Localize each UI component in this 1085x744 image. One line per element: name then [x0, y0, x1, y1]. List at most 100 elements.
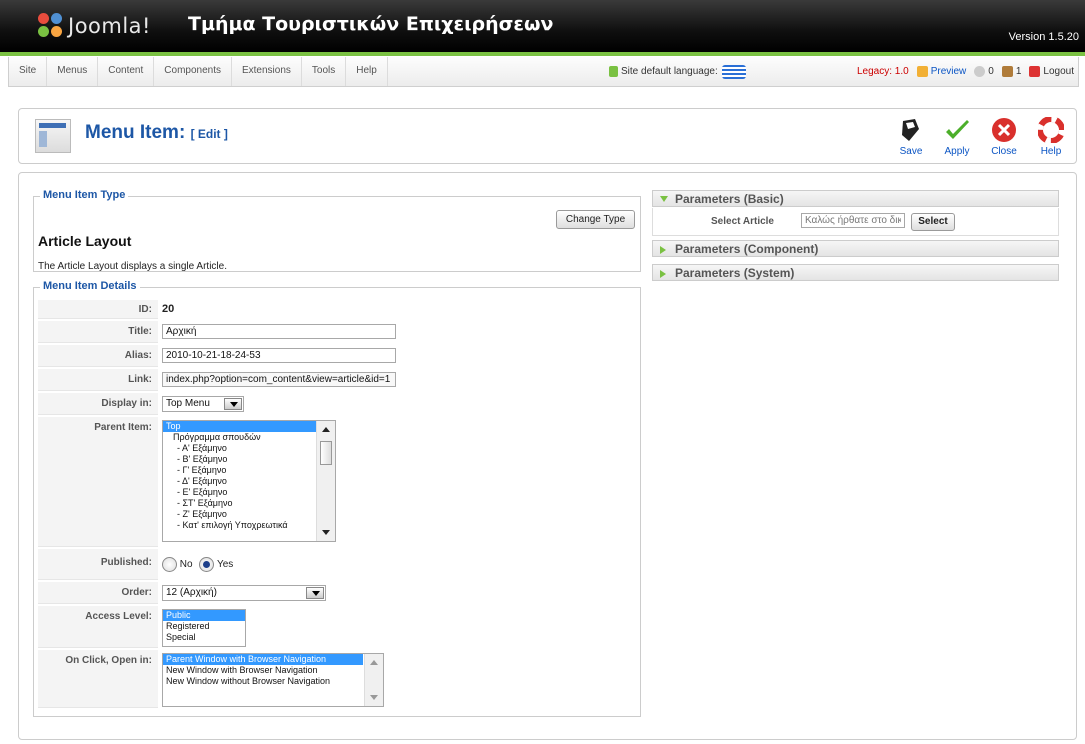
menu-extensions[interactable]: Extensions	[232, 57, 302, 86]
title-input[interactable]	[162, 324, 396, 339]
list-item[interactable]: Special	[163, 632, 245, 643]
list-item[interactable]: - Γ' Εξάμηνο	[163, 465, 335, 476]
scroll-thumb[interactable]	[320, 441, 332, 465]
selected-article-field[interactable]	[801, 213, 905, 228]
order-label: Order:	[38, 582, 158, 604]
order-row: Order: 12 (Αρχική)	[38, 582, 630, 604]
menu-item-details-legend: Menu Item Details	[40, 280, 140, 292]
messages-count[interactable]: 0	[974, 65, 994, 77]
preview-link[interactable]: Preview	[916, 65, 966, 77]
chevron-down-icon	[306, 587, 324, 599]
list-item[interactable]: - Δ' Εξάμηνο	[163, 476, 335, 487]
list-item[interactable]: Registered	[163, 621, 245, 632]
close-icon	[992, 118, 1016, 142]
menu-menus[interactable]: Menus	[47, 57, 99, 86]
scroll-down-icon[interactable]	[370, 695, 378, 700]
menu-tools[interactable]: Tools	[302, 57, 347, 86]
order-select[interactable]: 12 (Αρχική)	[162, 585, 326, 601]
menu-item-icon	[35, 119, 71, 153]
access-level-label: Access Level:	[38, 606, 158, 648]
list-item[interactable]: Parent Window with Browser Navigation	[163, 654, 363, 665]
checkmark-icon	[946, 120, 969, 139]
alias-label: Alias:	[38, 345, 158, 367]
help-button[interactable]: Help	[1031, 117, 1071, 157]
online-users-count[interactable]: 1	[1001, 65, 1021, 77]
status-area: Legacy: 1.0 Preview 0 1 Logout	[857, 57, 1074, 86]
preview-icon	[916, 65, 928, 77]
menu-components[interactable]: Components	[154, 57, 232, 86]
list-item[interactable]: Public	[163, 610, 245, 621]
toolbar-box: Menu Item: [ Edit ] Save Apply Close Hel…	[18, 108, 1077, 164]
access-level-listbox[interactable]: Public Registered Special	[162, 609, 246, 647]
messages-icon	[974, 65, 986, 77]
menu-item-details-fieldset: Menu Item Details ID: 20 Title: Alias: L…	[33, 280, 641, 717]
list-item[interactable]: - Ε' Εξάμηνο	[163, 487, 335, 498]
list-item[interactable]: New Window with Browser Navigation	[163, 665, 383, 676]
site-name: Τμήμα Τουριστικών Επιχειρήσεων	[188, 13, 554, 35]
logout-icon	[1029, 65, 1041, 77]
on-click-scrollbar[interactable]	[364, 654, 383, 706]
published-no-radio[interactable]	[162, 557, 177, 572]
parameters-basic-header[interactable]: Parameters (Basic)	[652, 190, 1059, 207]
menu-help[interactable]: Help	[346, 57, 388, 86]
legacy-badge: Legacy: 1.0	[856, 66, 909, 77]
language-icon	[609, 66, 618, 77]
list-item[interactable]: Πρόγραμμα σπουδών	[163, 432, 335, 443]
logout-link[interactable]: Logout	[1029, 65, 1074, 77]
list-item[interactable]: Top	[163, 421, 335, 432]
joomla-logo-icon	[38, 13, 64, 39]
link-row: Link:	[38, 369, 630, 391]
list-item[interactable]: New Window without Browser Navigation	[163, 676, 383, 687]
on-click-row: On Click, Open in: Parent Window with Br…	[38, 650, 630, 708]
published-yes-label: Yes	[216, 559, 234, 571]
chevron-down-icon	[224, 398, 242, 410]
published-no-label: No	[179, 559, 193, 571]
apply-button[interactable]: Apply	[937, 117, 977, 157]
parent-item-scrollbar[interactable]	[316, 421, 335, 541]
header-bar: Joomla! Τμήμα Τουριστικών Επιχειρήσεων V…	[0, 0, 1085, 52]
save-icon	[902, 119, 919, 141]
scroll-up-icon[interactable]	[370, 660, 378, 665]
on-click-listbox[interactable]: Parent Window with Browser Navigation Ne…	[162, 653, 384, 707]
menu-site[interactable]: Site	[9, 57, 48, 86]
version-label: Version 1.5.20	[1008, 31, 1079, 43]
published-row: Published: No Yes	[38, 549, 630, 580]
select-article-label: Select Article	[711, 216, 774, 227]
joomla-logo: Joomla!	[38, 6, 151, 46]
scroll-down-icon[interactable]	[322, 530, 330, 535]
list-item[interactable]: - Β' Εξάμηνο	[163, 454, 335, 465]
list-item[interactable]: - Α' Εξάμηνο	[163, 443, 335, 454]
users-icon	[1001, 65, 1013, 77]
close-button[interactable]: Close	[984, 117, 1024, 157]
parent-item-listbox[interactable]: Top Πρόγραμμα σπουδών - Α' Εξάμηνο - Β' …	[162, 420, 336, 542]
site-language-label: Site default language:	[621, 66, 718, 77]
title-label: Title:	[38, 321, 158, 343]
display-in-select[interactable]: Top Menu	[162, 396, 244, 412]
header-accent-bar	[0, 52, 1085, 56]
list-item[interactable]: - Κατ' επιλογή Υποχρεωτικά	[163, 520, 335, 531]
change-type-button[interactable]: Change Type	[556, 210, 635, 229]
save-button[interactable]: Save	[891, 117, 931, 157]
parent-item-label: Parent Item:	[38, 417, 158, 547]
menu-type-title: Article Layout	[38, 233, 132, 249]
parameters-system-header[interactable]: Parameters (System)	[652, 264, 1059, 281]
id-row: ID: 20	[38, 300, 630, 319]
page-title-action: [ Edit ]	[190, 127, 228, 141]
list-item[interactable]: - Ζ' Εξάμηνο	[163, 509, 335, 520]
list-item[interactable]: - ΣΤ' Εξάμηνο	[163, 498, 335, 509]
select-article-button[interactable]: Select	[911, 213, 955, 231]
menu-content[interactable]: Content	[98, 57, 155, 86]
menu-item-type-legend: Menu Item Type	[40, 189, 129, 201]
alias-input[interactable]	[162, 348, 396, 363]
published-label: Published:	[38, 549, 158, 580]
menu-type-description: The Article Layout displays a single Art…	[38, 261, 227, 272]
scroll-up-icon[interactable]	[322, 427, 330, 432]
parameters-component-header[interactable]: Parameters (Component)	[652, 240, 1059, 257]
collapsed-arrow-icon	[660, 246, 666, 254]
published-yes-radio[interactable]	[199, 557, 215, 572]
parent-item-row: Parent Item: Top Πρόγραμμα σπουδών - Α' …	[38, 417, 630, 547]
title-row: Title:	[38, 321, 630, 343]
display-in-label: Display in:	[38, 393, 158, 415]
link-input[interactable]	[162, 372, 396, 387]
on-click-label: On Click, Open in:	[38, 650, 158, 708]
